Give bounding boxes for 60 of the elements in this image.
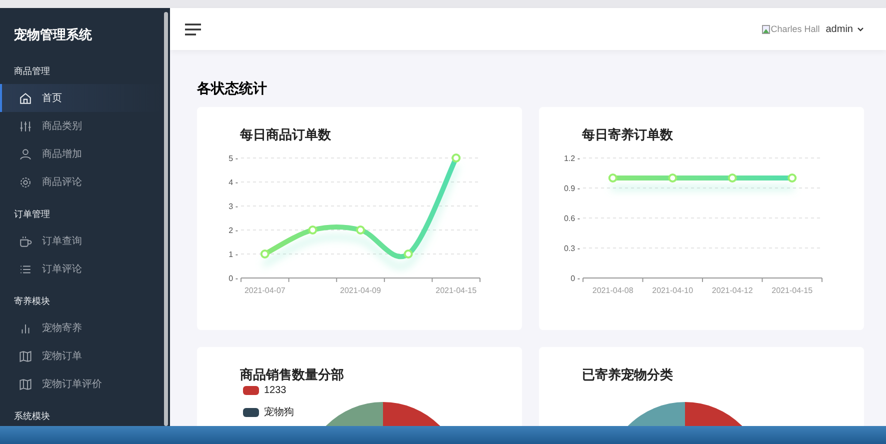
nav-item[interactable]: 商品类别 — [0, 112, 163, 140]
axis-tick-label: 2021-04-08 — [592, 286, 634, 295]
axis-tick-label: 2021-04-07 — [244, 286, 286, 295]
user-menu[interactable]: admin — [826, 24, 864, 34]
chart-title: 每日商品订单数 — [240, 126, 331, 144]
data-point — [788, 174, 797, 182]
nav-item[interactable]: 商品增加 — [0, 140, 163, 168]
legend-label: 宠物狗 — [264, 406, 294, 419]
data-point — [356, 226, 365, 234]
user-icon — [19, 148, 32, 160]
nav-item[interactable]: 宠物订单评价 — [0, 370, 163, 398]
chart-title: 每日寄养订单数 — [582, 126, 673, 144]
axis-tick-label: 0.6 - — [564, 214, 580, 223]
nav-item[interactable]: 订单查询 — [0, 227, 163, 255]
map-icon — [19, 378, 32, 390]
cup-icon — [19, 234, 32, 248]
data-point — [308, 226, 318, 234]
nav-item[interactable]: 订单评论 — [0, 255, 163, 283]
chart-title: 已寄养宠物分类 — [582, 366, 673, 384]
axis-tick-label: 0 - — [228, 274, 238, 283]
bar-chart-icon — [19, 322, 32, 334]
axis-tick-label: 2021-04-10 — [652, 286, 694, 295]
data-point — [260, 250, 270, 258]
home-icon — [19, 92, 32, 104]
scrollbar[interactable] — [164, 12, 168, 426]
legend-label: 1233 — [264, 385, 286, 396]
gear-icon — [19, 176, 32, 188]
data-point — [728, 174, 737, 182]
axis-tick-label: 2021-04-09 — [340, 286, 381, 295]
section-heading: 寄养模块 — [14, 295, 50, 308]
broken-image: Charles Hall — [762, 24, 820, 34]
axis-tick-label: 0.3 - — [564, 244, 580, 253]
axis-tick-label: 0 - — [570, 274, 580, 283]
data-point — [404, 250, 413, 258]
axis-tick-label: 1.2 - — [564, 154, 580, 163]
nav-item[interactable]: 商品评论 — [0, 168, 163, 196]
axis-tick-label: 5 - — [228, 154, 238, 163]
page-title: 各状态统计 — [197, 80, 267, 97]
axis-tick-label: 3 - — [228, 202, 238, 211]
menu-icon[interactable] — [185, 22, 201, 36]
caret-icon — [857, 26, 864, 32]
section-heading: 系统模块 — [14, 410, 50, 423]
data-point — [452, 154, 461, 162]
axis-tick-label: 2 - — [228, 226, 238, 235]
app-title: 宠物管理系统 — [14, 26, 92, 44]
axis-tick-label: 2021-04-15 — [436, 286, 477, 295]
data-point — [668, 174, 678, 182]
axis-tick-label: 4 - — [228, 178, 238, 187]
chart-title: 商品销售数量分部 — [240, 366, 344, 384]
axis-tick-label: 0.9 - — [564, 184, 580, 193]
map-icon — [19, 350, 32, 362]
axis-tick-label: 2021-04-15 — [772, 286, 813, 295]
sliders-icon — [19, 120, 32, 132]
nav-item[interactable]: 宠物订单 — [0, 342, 163, 370]
nav-item[interactable]: 宠物寄养 — [0, 314, 163, 342]
data-point — [608, 174, 618, 182]
axis-tick-label: 2021-04-12 — [712, 286, 753, 295]
section-heading: 订单管理 — [14, 208, 50, 221]
axis-tick-label: 1 - — [228, 250, 238, 259]
section-heading: 商品管理 — [14, 65, 50, 78]
